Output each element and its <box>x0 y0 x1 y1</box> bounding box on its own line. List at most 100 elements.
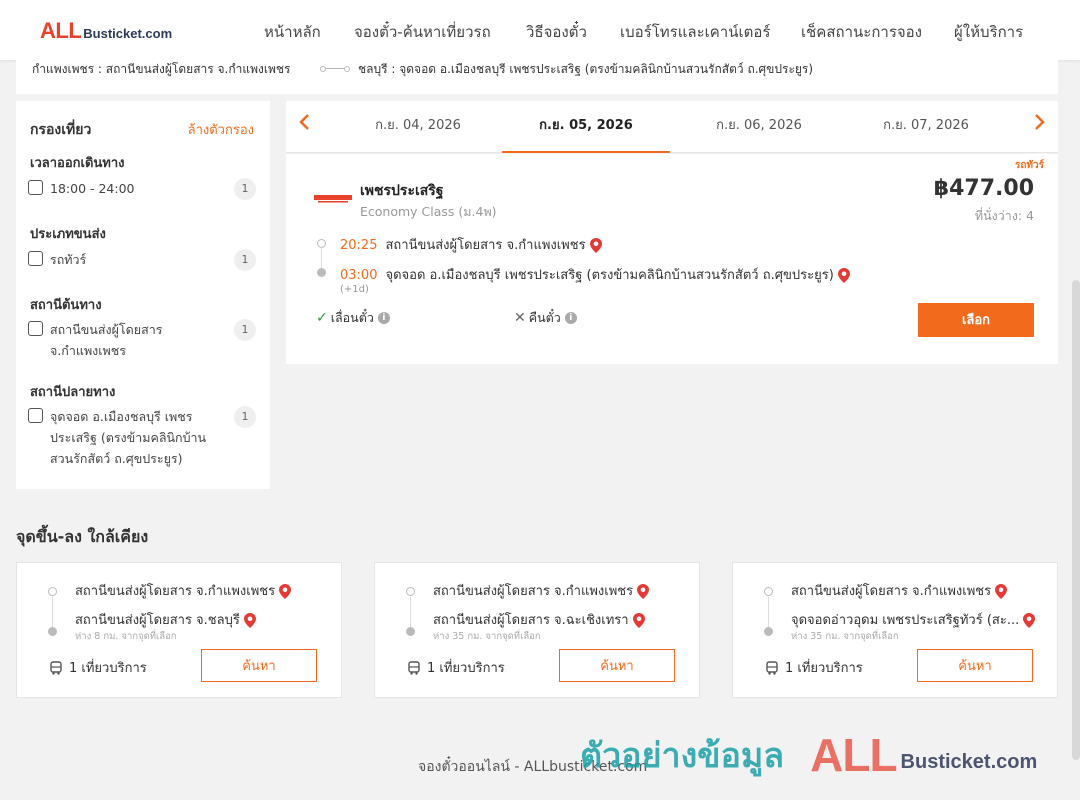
timeline-end-dot <box>764 627 773 636</box>
departure-time: 20:25 <box>340 238 378 253</box>
operator-name: เพชรประเสริฐ <box>360 183 444 199</box>
nearby-trips-label: 1 เที่ยวบริการ <box>69 661 147 676</box>
nearby-trips: 1 เที่ยวบริการ <box>765 657 863 678</box>
nearby-card: สถานีขนส่งผู้โดยสาร จ.กำแพงเพชร สถานีขนส… <box>374 562 700 698</box>
departure-stop: 20:25 สถานีขนส่งผู้โดยสาร จ.กำแพงเพชร <box>340 234 602 255</box>
timeline-start-dot <box>48 587 57 596</box>
filter-option-origin[interactable]: สถานีขนส่งผู้โดยสาร จ.กำแพงเพชร 1 <box>28 319 256 363</box>
route-from: กำแพงเพชร : สถานีขนส่งผู้โดยสาร จ.กำแพงเ… <box>32 62 291 76</box>
map-pin-icon[interactable] <box>837 268 850 283</box>
filter-count-badge: 1 <box>234 249 256 271</box>
bus-icon <box>50 660 62 675</box>
available-seats: ที่นั่งว่าง: 4 <box>974 208 1034 223</box>
date-selector: ก.ย. 04, 2026 ก.ย. 05, 2026 ก.ย. 06, 202… <box>286 101 1058 153</box>
filter-option-label: จุดจอด อ.เมืองชลบุรี เพชรประเสริฐ (ตรงข้… <box>50 409 207 466</box>
nearby-title: จุดขึ้น-ลง ใกล้เคียง <box>16 527 149 546</box>
next-date-button[interactable] <box>1028 113 1052 137</box>
clear-filter-link[interactable]: ล้างตัวกรอง <box>188 119 254 140</box>
footer-text: จองตั๋วออนไลน์ - ALLbusticket.com <box>418 759 648 775</box>
reschedule-policy[interactable]: ✓ เลื่อนตั๋ว i <box>316 308 390 328</box>
nearby-trips: 1 เที่ยวบริการ <box>407 657 505 678</box>
filter-option-bus-type[interactable]: รถทัวร์ 1 <box>28 249 256 273</box>
arrival-time: 03:00 <box>340 268 378 283</box>
nearby-to: จุดจอดอ่าวอุดม เพชรประเสริฐทัวร์ (สะ... <box>791 609 1036 630</box>
info-icon[interactable]: i <box>377 312 390 324</box>
nearby-to: สถานีขนส่งผู้โดยสาร จ.ฉะเชิงเทรา <box>433 609 645 630</box>
nearby-search-button[interactable]: ค้นหา <box>917 649 1033 682</box>
filter-option-destination[interactable]: จุดจอด อ.เมืองชลบุรี เพชรประเสริฐ (ตรงข้… <box>28 406 256 472</box>
checkbox[interactable] <box>28 251 43 266</box>
route-to: ชลบุรี : จุดจอด อ.เมืองชลบุรี เพชรประเสร… <box>358 62 814 76</box>
filter-group-destination: สถานีปลายทาง <box>30 385 116 400</box>
bus-type-badge: รถทัวร์ <box>1014 160 1044 171</box>
filter-title: กรองเที่ยว <box>30 122 92 138</box>
filter-group-transport-type: ประเภทขนส่ง <box>30 227 106 242</box>
filter-count-badge: 1 <box>234 178 256 200</box>
nearby-to: สถานีขนส่งผู้โดยสาร จ.ชลบุรี <box>75 609 256 630</box>
map-pin-icon[interactable] <box>589 238 602 253</box>
map-pin-icon[interactable] <box>995 584 1008 599</box>
nav-contact-counter[interactable]: เบอร์โทรและเคาน์เตอร์ <box>620 20 770 44</box>
bus-icon <box>408 660 420 675</box>
refund-label: คืนตั๋ว <box>528 310 561 325</box>
filter-option-label: รถทัวร์ <box>50 252 87 267</box>
refund-policy[interactable]: ✕ คืนตั๋ว i <box>514 308 577 328</box>
map-pin-icon[interactable] <box>1023 613 1036 628</box>
nearby-from: สถานีขนส่งผู้โดยสาร จ.กำแพงเพชร <box>75 580 292 601</box>
map-pin-icon[interactable] <box>637 584 650 599</box>
watermark: ตัวอย่างข้อมูล ALL Busticket.com <box>580 728 1037 782</box>
map-pin-icon[interactable] <box>243 613 256 628</box>
page-scrollbar[interactable] <box>1072 280 1080 760</box>
filter-panel: กรองเที่ยว ล้างตัวกรอง เวลาออกเดินทาง 18… <box>16 101 270 489</box>
nav-home[interactable]: หน้าหลัก <box>264 20 321 44</box>
map-pin-icon[interactable] <box>279 584 292 599</box>
trip-card: รถทัวร์ เพชรประเสริฐ Economy Class (ม.4พ… <box>286 154 1058 364</box>
filter-group-departure-time: เวลาออกเดินทาง <box>30 156 125 171</box>
timeline-end-dot <box>48 627 57 636</box>
nearby-from: สถานีขนส่งผู้โดยสาร จ.กำแพงเพชร <box>433 580 650 601</box>
main-nav: หน้าหลัก จองตั๋ว-ค้นหาเที่ยวรถ วิธีจองตั… <box>0 20 1080 42</box>
nav-check-status[interactable]: เช็คสถานะการจอง <box>801 20 922 44</box>
nearby-distance: ห่าง 35 กม. จากจุดที่เลือก <box>433 631 541 642</box>
header: ALL Busticket.com หน้าหลัก จองตั๋ว-ค้นหา… <box>0 0 1080 60</box>
date-tab[interactable]: ก.ย. 06, 2026 <box>675 101 843 153</box>
next-day-indicator: (+1d) <box>340 284 369 295</box>
arrival-stop: 03:00 จุดจอด อ.เมืองชลบุรี เพชรประเสริฐ (… <box>340 264 850 285</box>
chevron-left-icon <box>299 114 309 130</box>
map-pin-icon[interactable] <box>632 613 645 628</box>
filter-count-badge: 1 <box>234 319 256 341</box>
checkbox[interactable] <box>28 408 43 423</box>
nearby-search-button[interactable]: ค้นหา <box>201 649 317 682</box>
operator-logo-icon <box>314 195 352 203</box>
cross-icon: ✕ <box>514 310 526 326</box>
timeline-line <box>410 597 411 627</box>
timeline-line <box>52 597 53 627</box>
checkbox[interactable] <box>28 321 43 336</box>
arrival-station: จุดจอด อ.เมืองชลบุรี เพชรประเสริฐ (ตรงข้… <box>385 268 834 283</box>
filter-count-badge: 1 <box>234 406 256 428</box>
prev-date-button[interactable] <box>292 113 316 137</box>
timeline-start-dot <box>764 587 773 596</box>
date-tab[interactable]: ก.ย. 04, 2026 <box>334 101 502 153</box>
filter-option-time[interactable]: 18:00 - 24:00 1 <box>28 178 256 202</box>
checkbox[interactable] <box>28 180 43 195</box>
nearby-search-button[interactable]: ค้นหา <box>559 649 675 682</box>
nearby-trips-label: 1 เที่ยวบริการ <box>427 661 505 676</box>
route-arrow-icon <box>320 66 352 72</box>
filter-group-origin: สถานีต้นทาง <box>30 298 102 313</box>
nav-book-search[interactable]: จองตั๋ว-ค้นหาเที่ยวรถ <box>354 20 491 44</box>
nav-operators[interactable]: ผู้ให้บริการ <box>954 20 1023 44</box>
chevron-right-icon <box>1035 114 1045 130</box>
date-tab[interactable]: ก.ย. 07, 2026 <box>842 101 1010 153</box>
watermark-logo-all: ALL <box>810 729 897 781</box>
info-icon[interactable]: i <box>564 312 577 324</box>
date-tab-active[interactable]: ก.ย. 05, 2026 <box>502 101 670 153</box>
nearby-card: สถานีขนส่งผู้โดยสาร จ.กำแพงเพชร สถานีขนส… <box>16 562 342 698</box>
departure-station: สถานีขนส่งผู้โดยสาร จ.กำแพงเพชร <box>385 238 586 253</box>
filter-option-label: 18:00 - 24:00 <box>50 181 135 196</box>
filter-option-label: สถานีขนส่งผู้โดยสาร จ.กำแพงเพชร <box>50 322 163 358</box>
timeline-line <box>768 597 769 627</box>
bus-icon <box>766 660 778 675</box>
nav-how-to-book[interactable]: วิธีจองตั๋ว <box>526 20 587 44</box>
select-trip-button[interactable]: เลือก <box>918 303 1034 337</box>
